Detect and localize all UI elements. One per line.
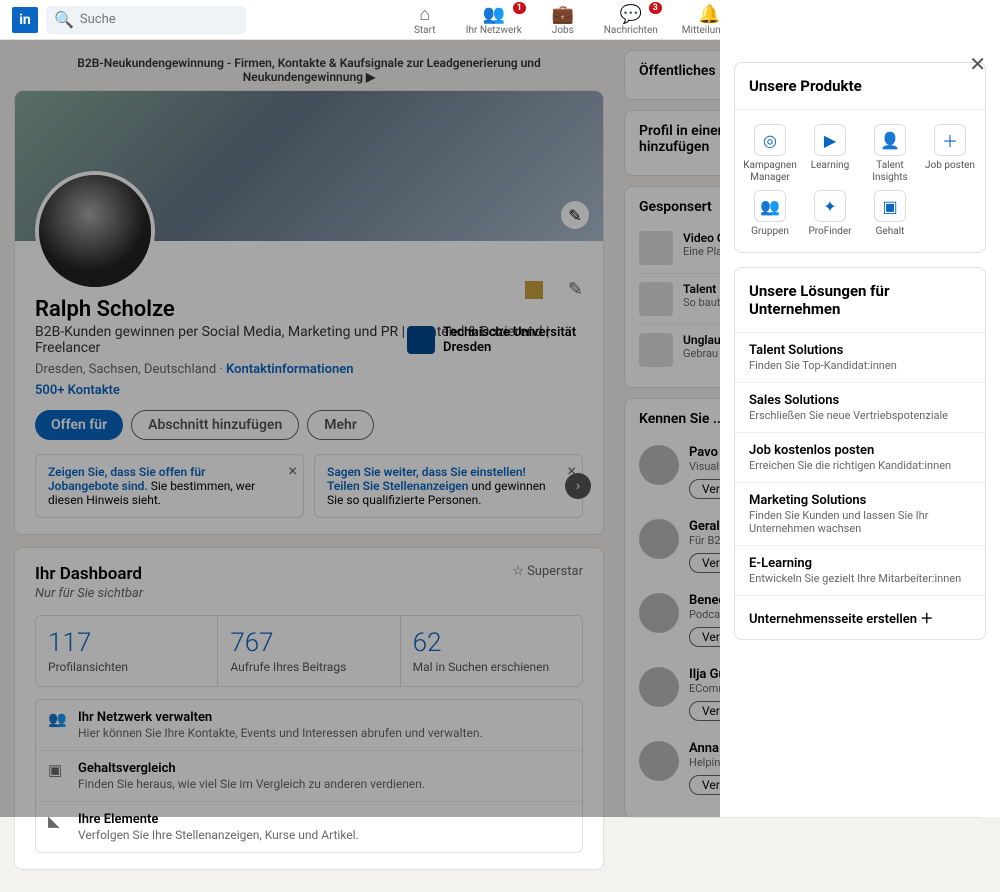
nav-jobs[interactable]: 💼Jobs bbox=[534, 4, 592, 36]
products-panel: ✕ Unsere Produkte ◎Kampagnen Manager▶Lea… bbox=[720, 0, 1000, 817]
solutions-card: Unsere Lösungen für Unternehmen Talent S… bbox=[734, 267, 986, 640]
solution-item[interactable]: Job kostenlos postenErreichen Sie die ri… bbox=[735, 433, 985, 483]
messaging-icon: 💬 bbox=[620, 4, 642, 24]
jobs-icon: 💼 bbox=[552, 4, 574, 24]
product-icon: ▣ bbox=[874, 190, 906, 222]
network-icon: 👥 bbox=[483, 4, 505, 24]
search-icon: 🔍 bbox=[54, 10, 74, 29]
product-item[interactable]: ✦ProFinder bbox=[803, 190, 857, 238]
solution-item[interactable]: Marketing SolutionsFinden Sie Kunden und… bbox=[735, 483, 985, 546]
solution-item[interactable]: Sales SolutionsErschließen Sie neue Vert… bbox=[735, 383, 985, 433]
search-box[interactable]: 🔍 bbox=[46, 6, 246, 34]
product-icon: ◎ bbox=[754, 124, 786, 156]
product-icon: ▶ bbox=[814, 124, 846, 156]
product-item[interactable]: ▶Learning bbox=[803, 124, 857, 184]
product-item[interactable]: 👥Gruppen bbox=[743, 190, 797, 238]
network-badge: 1 bbox=[513, 2, 526, 14]
solutions-heading: Unsere Lösungen für Unternehmen bbox=[735, 268, 985, 333]
product-item[interactable]: ▣Gehalt bbox=[863, 190, 917, 238]
search-input[interactable] bbox=[80, 12, 238, 27]
messaging-badge: 3 bbox=[649, 2, 662, 14]
products-heading: Unsere Produkte bbox=[735, 63, 985, 110]
solution-item[interactable]: Talent SolutionsFinden Sie Top-Kandidat:… bbox=[735, 333, 985, 383]
product-item[interactable]: ◎Kampagnen Manager bbox=[743, 124, 797, 184]
solution-item[interactable]: E-LearningEntwickeln Sie gezielt Ihre Mi… bbox=[735, 546, 985, 596]
nav-messaging[interactable]: 💬3Nachrichten bbox=[592, 4, 670, 36]
modal-overlay[interactable] bbox=[0, 0, 720, 817]
product-icon: ✦ bbox=[814, 190, 846, 222]
product-icon: 👥 bbox=[754, 190, 786, 222]
product-icon: 👤 bbox=[874, 124, 906, 156]
home-icon: ⌂ bbox=[419, 4, 430, 24]
product-item[interactable]: 👤Talent Insights bbox=[863, 124, 917, 184]
bell-icon: 🔔 bbox=[698, 4, 720, 24]
products-card: Unsere Produkte ◎Kampagnen Manager▶Learn… bbox=[734, 62, 986, 253]
nav-network[interactable]: 👥1Ihr Netzwerk bbox=[454, 4, 534, 36]
product-icon: ＋ bbox=[934, 124, 966, 156]
linkedin-logo[interactable]: in bbox=[12, 7, 38, 33]
product-item[interactable]: ＋Job posten bbox=[923, 124, 977, 184]
close-panel-button[interactable]: ✕ bbox=[969, 52, 986, 76]
create-company-page[interactable]: Unternehmensseite erstellen ＋ bbox=[735, 596, 985, 639]
nav-home[interactable]: ⌂Start bbox=[396, 4, 454, 36]
